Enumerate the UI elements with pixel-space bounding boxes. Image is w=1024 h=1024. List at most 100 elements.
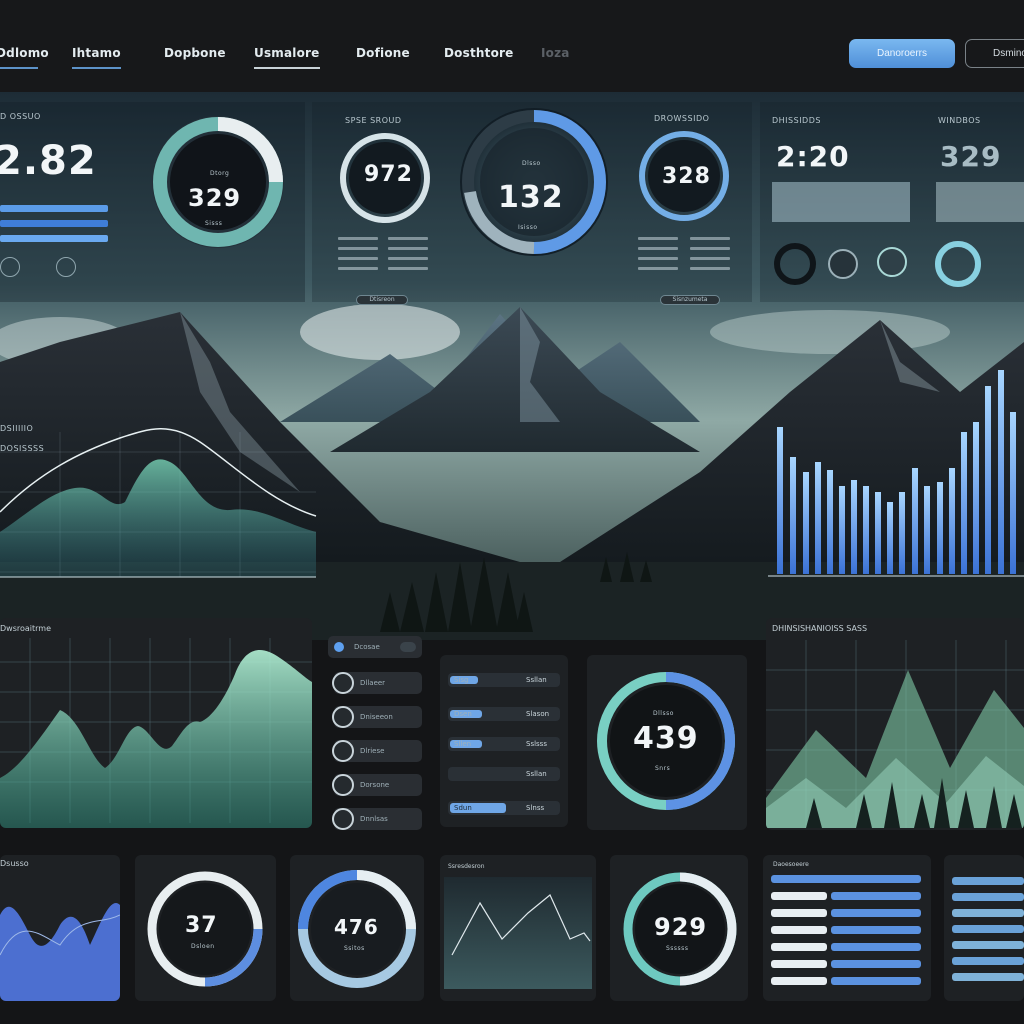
stat-bar	[0, 205, 108, 212]
progress-value: Ssllan	[526, 676, 547, 684]
tab-ioza[interactable]: Ioza	[541, 46, 570, 60]
progress-label: Sisg	[454, 676, 469, 684]
status-ring-small	[828, 249, 858, 279]
sparkline-2-20	[772, 182, 910, 222]
card-value: 476	[334, 915, 379, 939]
list-item[interactable]: Dniseeon	[332, 706, 422, 728]
tab-dopbone[interactable]: Dopbone	[164, 46, 226, 60]
list-panel: Dcosae Dllaeer Dniseeon Dlriese Dorsone …	[328, 630, 424, 830]
card7-value: 329	[940, 140, 1002, 173]
bar-row	[831, 892, 921, 900]
progress-row[interactable]: Sdun Slnss	[448, 801, 560, 815]
progress-row[interactable]: Sisg Ssllan	[448, 673, 560, 687]
gauge-icon[interactable]	[56, 257, 76, 277]
item-icon	[332, 808, 354, 830]
list-item[interactable]: Dlriese	[332, 740, 422, 762]
bar-row	[952, 893, 1024, 901]
secondary-action-button[interactable]: Dsmino	[965, 39, 1024, 68]
card5-label: DROWSSIDO	[654, 114, 710, 123]
tab-ddlomo[interactable]: Ddlomo	[0, 46, 49, 69]
primary-action-button[interactable]: Danoroerrs	[849, 39, 955, 68]
top-navigation: Ddlomo Ihtamo Dopbone Usmalore Dofione D…	[0, 0, 1024, 92]
bottom-card-gauge-37: 37 Dsloen	[135, 855, 276, 1001]
progress-row[interactable]: Dsen Slason	[448, 707, 560, 721]
tab-dosthtore[interactable]: Dosthtore	[444, 46, 513, 60]
bar-row	[771, 943, 827, 951]
hero-dashboard: D OSSUO 2.82 329 Dtorg Sisss SPSE SROUD …	[0, 92, 1024, 640]
gauge1-sub-bottom: Sisss	[205, 220, 223, 227]
list-item[interactable]: Dllaeer	[332, 672, 422, 694]
bar-row	[831, 960, 921, 968]
bottom-card-wave: Dsusso	[0, 855, 120, 1001]
gauge-329	[152, 116, 284, 248]
card-value: 929	[654, 913, 708, 941]
card3-button[interactable]: Dtisreon	[356, 295, 408, 305]
gauge-panel-439: 439 Dllsso Snrs	[587, 655, 747, 830]
gauge-center-sub-bottom: Snrs	[655, 765, 671, 772]
card-sub: Ssssss	[666, 945, 689, 952]
stat-bar	[0, 235, 108, 242]
list-item-label: Dnnlsas	[360, 815, 388, 823]
list-item-label: Dniseeon	[360, 713, 393, 721]
tab-dofione[interactable]: Dofione	[356, 46, 410, 60]
list-item[interactable]: Dnnlsas	[332, 808, 422, 830]
bar-row	[952, 957, 1024, 965]
status-ring-teal	[877, 247, 907, 277]
mountain-landscape-background	[0, 92, 1024, 640]
item-icon	[332, 740, 354, 762]
bar-row	[952, 941, 1024, 949]
card-sub: Ssitos	[344, 945, 365, 952]
gauge1-value: 329	[188, 184, 242, 212]
list-header-text: Dcosae	[354, 643, 380, 651]
list-item-label: Dorsone	[360, 781, 390, 789]
card-sub: Dsloen	[191, 943, 215, 950]
bar-row	[771, 892, 827, 900]
list-item-label: Dlriese	[360, 747, 385, 755]
bottom-card-line: Ssresdesron	[440, 855, 596, 1001]
card6-label: DHISSIDDS	[772, 116, 821, 125]
area-chart-panel: Dwsroaitrme	[0, 618, 312, 828]
card5-button[interactable]: Sisnzumeta	[660, 295, 720, 305]
bar-row	[952, 925, 1024, 933]
card6-value: 2:20	[776, 140, 850, 173]
switch-icon[interactable]	[400, 642, 416, 652]
hero-chart-label-top: DSIIIIIO	[0, 424, 34, 433]
bar-row	[952, 973, 1024, 981]
line-chart	[444, 877, 592, 989]
progress-list-panel: Sisg Ssllan Dsen Slason Sllen Sslsss Ssl…	[440, 655, 568, 827]
progress-value: Slason	[526, 710, 550, 718]
tab-ihtamo[interactable]: Ihtamo	[72, 46, 121, 69]
card1-label: D OSSUO	[0, 112, 41, 121]
gauge-center-value: 439	[633, 721, 699, 756]
progress-value: Ssllan	[526, 770, 547, 778]
list-header-toggle[interactable]: Dcosae	[328, 636, 422, 658]
progress-label: Sllen	[454, 740, 472, 748]
bar-row	[831, 977, 921, 985]
item-icon	[332, 774, 354, 796]
card-title: Daoesoeere	[773, 861, 809, 868]
list-item[interactable]: Dorsone	[332, 774, 422, 796]
wave-chart	[0, 903, 120, 1001]
progress-row[interactable]: Sllen Sslsss	[448, 737, 560, 751]
bar-row	[771, 926, 827, 934]
card5-gauge-value: 328	[662, 164, 711, 189]
bar-row	[771, 875, 921, 883]
stat-bar	[0, 220, 108, 227]
tab-usmalore[interactable]: Usmalore	[254, 46, 320, 69]
item-icon	[332, 672, 354, 694]
gauge4-sub-top: Dlsso	[522, 160, 541, 167]
card1-value: 2.82	[0, 138, 97, 184]
bottom-card-gauge-476: 476 Ssitos	[290, 855, 424, 1001]
bar-row	[831, 943, 921, 951]
gauge-center-sub-top: Dllsso	[653, 710, 674, 717]
card-value: 37	[185, 913, 218, 938]
bar-row	[831, 909, 921, 917]
sparkline-329	[936, 182, 1024, 222]
area-chart-right	[766, 640, 1024, 828]
gauge4-value: 132	[498, 180, 564, 215]
bar-row	[771, 960, 827, 968]
progress-value: Slnss	[526, 804, 545, 812]
bottom-card-bars: Daoesoeere	[763, 855, 931, 1001]
progress-row[interactable]: Ssllan	[448, 767, 560, 781]
pulse-icon[interactable]	[0, 257, 20, 277]
